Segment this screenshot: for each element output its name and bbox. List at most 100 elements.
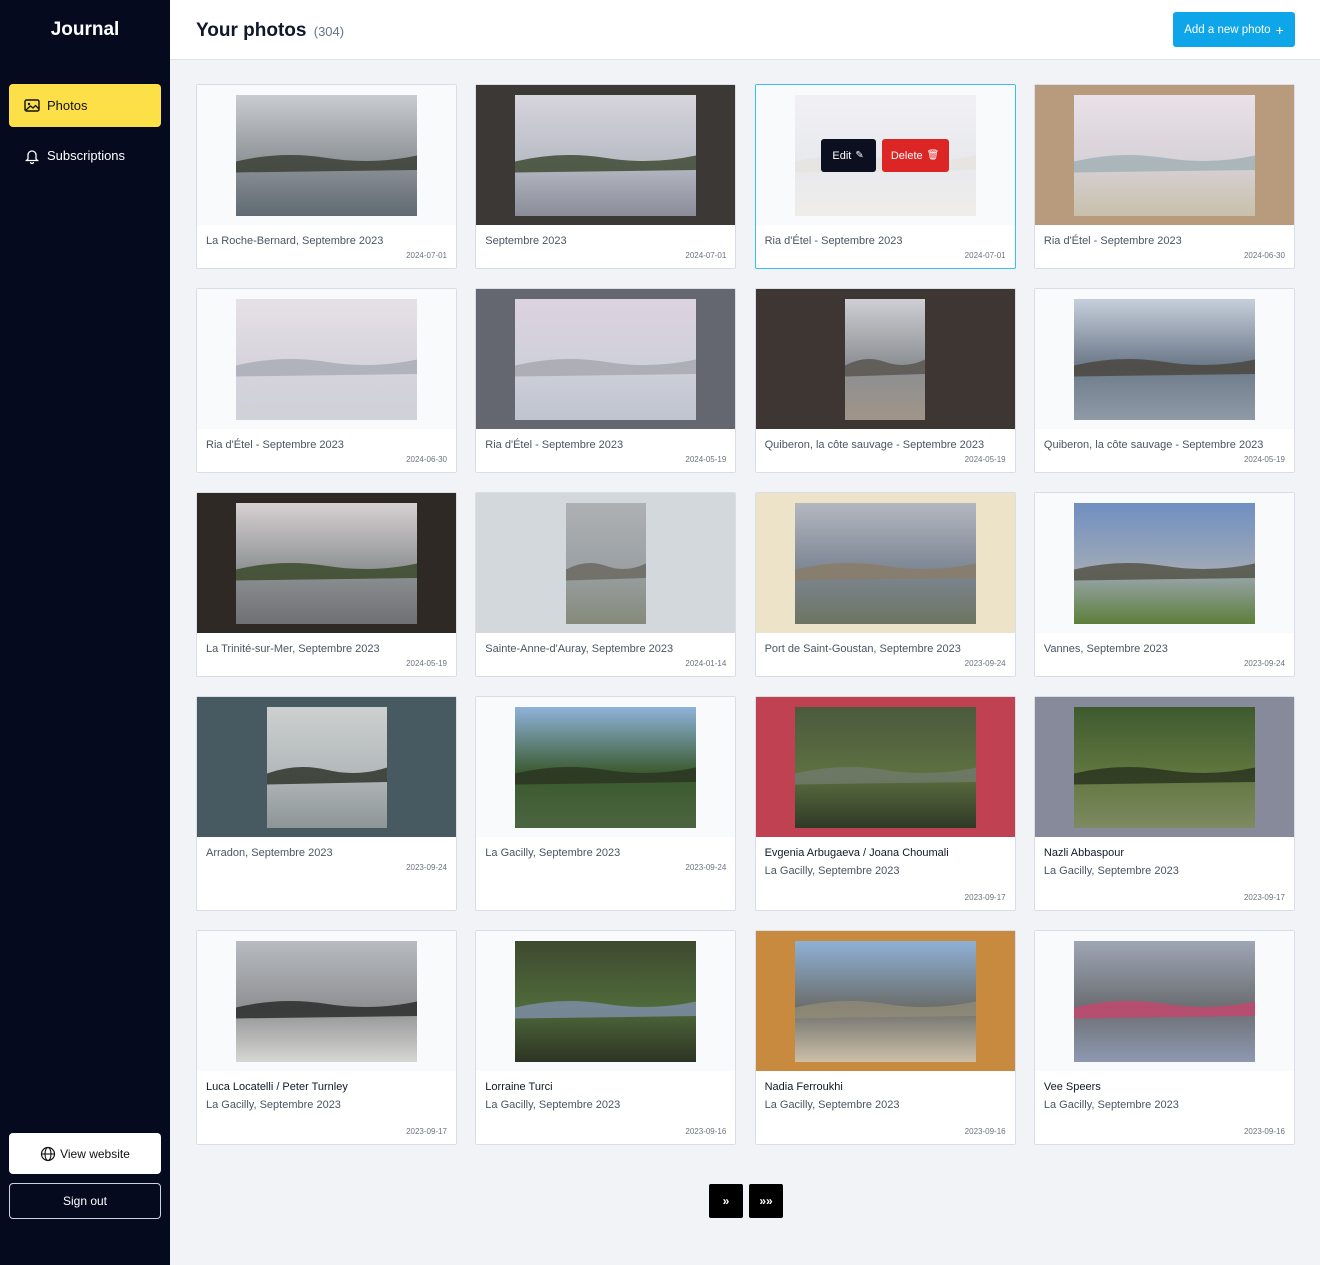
photo-image bbox=[1073, 94, 1255, 216]
photo-card[interactable]: Ria d'Étel - Septembre 2023 2024-06-30 bbox=[1033, 84, 1295, 269]
sidebar-item-label: Subscriptions bbox=[47, 148, 126, 163]
photo-card[interactable]: La Roche-Bernard, Septembre 2023 2024-07-… bbox=[196, 84, 457, 269]
photo-card[interactable]: Quiberon, la côte sauvage - Septembre 20… bbox=[754, 288, 1016, 473]
photo-date: 2024-06-30 bbox=[1243, 251, 1285, 260]
sidebar-item-photos[interactable]: Photos bbox=[9, 84, 161, 127]
pencil-icon: ✎ bbox=[855, 150, 864, 161]
photo-card[interactable]: Ria d'Étel - Septembre 2023 2024-05-19 bbox=[475, 288, 737, 473]
photo-caption: La Gacilly, Septembre 2023 bbox=[764, 1099, 900, 1111]
photo-card[interactable]: Septembre 2023 2024-07-01 bbox=[475, 84, 737, 269]
add-photo-button[interactable]: Add a new photo + bbox=[1173, 12, 1295, 47]
brand-title: Journal bbox=[50, 19, 120, 40]
photo-caption: Quiberon, la côte sauvage - Septembre 20… bbox=[764, 439, 985, 451]
photo-image bbox=[794, 940, 976, 1062]
photo-info: Vee Speers La Gacilly, Septembre 2023 2023… bbox=[1035, 1071, 1294, 1144]
sign-out-button[interactable]: Sign out bbox=[9, 1183, 161, 1219]
photo-thumbnail-area bbox=[476, 697, 736, 837]
view-website-label: View website bbox=[60, 1146, 130, 1161]
photo-title: Luca Locatelli / Peter Turnley bbox=[206, 1081, 348, 1093]
photo-card[interactable]: Nadia Ferroukhi La Gacilly, Septembre 202… bbox=[754, 930, 1016, 1145]
photo-date: 2023-09-24 bbox=[685, 863, 727, 872]
photo-date: 2024-07-01 bbox=[964, 251, 1006, 260]
photo-image bbox=[1073, 298, 1255, 420]
photo-card[interactable]: Lorraine Turci La Gacilly, Septembre 2023… bbox=[475, 930, 737, 1145]
photo-image bbox=[794, 706, 976, 828]
photo-thumbnail-area bbox=[197, 931, 456, 1071]
photo-date: 2023-09-17 bbox=[964, 893, 1006, 902]
card-actions-overlay: Edit ✎ Delete 🗑 bbox=[820, 139, 949, 172]
photo-card[interactable]: Edit ✎ Delete 🗑 Ria d'Étel - Septembre 2023 2… bbox=[754, 84, 1016, 269]
delete-button[interactable]: Delete 🗑 bbox=[881, 139, 949, 172]
photo-thumbnail-area: Edit ✎ Delete 🗑 bbox=[755, 85, 1015, 225]
photo-info: Arradon, Septembre 2023 2023-09-24 bbox=[197, 837, 456, 880]
page-title-text: Your photos bbox=[196, 20, 307, 41]
photo-date: 2024-07-01 bbox=[685, 251, 727, 260]
photo-date: 2023-09-16 bbox=[1243, 1127, 1285, 1136]
edit-label: Edit bbox=[832, 149, 852, 162]
photo-thumbnail-area bbox=[1034, 85, 1294, 225]
photo-info: Ria d'Étel - Septembre 2023 2024-07-01 bbox=[756, 225, 1015, 268]
photo-date: 2023-09-16 bbox=[685, 1127, 727, 1136]
photo-info: Septembre 2023 2024-07-01 bbox=[476, 225, 735, 268]
photo-image bbox=[794, 502, 976, 624]
image-icon bbox=[23, 97, 41, 115]
photo-image bbox=[515, 940, 697, 1062]
photo-card[interactable]: La Gacilly, Septembre 2023 2023-09-24 bbox=[475, 696, 737, 911]
photo-thumbnail-area bbox=[476, 289, 736, 429]
photo-card[interactable]: Vannes, Septembre 2023 2023-09-24 bbox=[1033, 492, 1295, 677]
photo-date: 2023-09-16 bbox=[964, 1127, 1006, 1136]
photo-caption: Ria d'Étel - Septembre 2023 bbox=[764, 235, 903, 247]
last-page-button[interactable]: »» bbox=[749, 1184, 783, 1218]
photo-info: Ria d'Étel - Septembre 2023 2024-06-30 bbox=[1035, 225, 1294, 268]
photo-image bbox=[845, 298, 926, 420]
photo-caption: Septembre 2023 bbox=[485, 235, 567, 247]
photo-count: (304) bbox=[313, 24, 345, 39]
photo-date: 2024-05-19 bbox=[406, 659, 447, 668]
photo-card[interactable]: Sainte-Anne-d'Auray, Septembre 2023 2024-… bbox=[475, 492, 737, 677]
photo-card[interactable]: Vee Speers La Gacilly, Septembre 2023 2023… bbox=[1033, 930, 1295, 1145]
photo-card[interactable]: Nazli Abbaspour La Gacilly, Septembre 202… bbox=[1033, 696, 1295, 911]
photo-info: La Roche-Bernard, Septembre 2023 2024-07-… bbox=[197, 225, 456, 268]
photo-caption: Vannes, Septembre 2023 bbox=[1043, 643, 1168, 655]
photo-caption: Ria d'Étel - Septembre 2023 bbox=[1043, 235, 1182, 247]
next-page-button[interactable]: » bbox=[709, 1184, 743, 1218]
sidebar-item-subscriptions[interactable]: Subscriptions bbox=[9, 134, 161, 177]
pagination: » »» bbox=[709, 1184, 783, 1218]
photo-info: Ria d'Étel - Septembre 2023 2024-05-19 bbox=[476, 429, 735, 472]
photo-card[interactable]: Evgenia Arbugaeva / Joana Choumali La Gac… bbox=[754, 696, 1016, 911]
photo-card[interactable]: La Trinité-sur-Mer, Septembre 2023 2024-0… bbox=[196, 492, 457, 677]
photo-title: Nazli Abbaspour bbox=[1043, 847, 1124, 859]
photo-caption: Port de Saint-Goustan, Septembre 2023 bbox=[764, 643, 961, 655]
photo-title: Evgenia Arbugaeva / Joana Choumali bbox=[764, 847, 949, 859]
photo-caption: Ria d'Étel - Septembre 2023 bbox=[206, 439, 344, 451]
photo-thumbnail-area bbox=[197, 493, 456, 633]
delete-label: Delete bbox=[890, 149, 923, 162]
page-header: Your photos (304) Add a new photo + bbox=[170, 0, 1320, 60]
photo-info: Port de Saint-Goustan, Septembre 2023 202… bbox=[756, 633, 1015, 676]
photo-caption: Quiberon, la côte sauvage - Septembre 20… bbox=[1043, 439, 1264, 451]
bell-icon bbox=[23, 147, 41, 165]
photo-card[interactable]: Quiberon, la côte sauvage - Septembre 20… bbox=[1033, 288, 1295, 473]
photo-image bbox=[1073, 940, 1255, 1062]
photo-date: 2024-05-19 bbox=[685, 455, 727, 464]
photo-image bbox=[236, 298, 417, 420]
photo-caption: La Gacilly, Septembre 2023 bbox=[485, 847, 621, 859]
photo-info: Lorraine Turci La Gacilly, Septembre 2023… bbox=[476, 1071, 735, 1144]
photo-card[interactable]: Port de Saint-Goustan, Septembre 2023 202… bbox=[754, 492, 1016, 677]
edit-button[interactable]: Edit ✎ bbox=[820, 139, 876, 172]
photo-info: Sainte-Anne-d'Auray, Septembre 2023 2024-… bbox=[476, 633, 735, 676]
trash-icon: 🗑 bbox=[926, 150, 940, 161]
photo-card[interactable]: Luca Locatelli / Peter Turnley La Gacilly… bbox=[196, 930, 457, 1145]
photo-thumbnail-area bbox=[1034, 493, 1294, 633]
photo-date: 2024-07-01 bbox=[406, 251, 447, 260]
photo-image bbox=[1073, 706, 1255, 828]
photo-caption: La Trinité-sur-Mer, Septembre 2023 bbox=[206, 643, 380, 655]
photo-card[interactable]: Arradon, Septembre 2023 2023-09-24 bbox=[196, 696, 457, 911]
photo-thumbnail-area bbox=[755, 289, 1015, 429]
view-website-button[interactable]: View website bbox=[9, 1133, 161, 1174]
photo-card[interactable]: Ria d'Étel - Septembre 2023 2024-06-30 bbox=[196, 288, 457, 473]
photo-thumbnail-area bbox=[476, 931, 736, 1071]
photo-caption: La Gacilly, Septembre 2023 bbox=[1043, 1099, 1179, 1111]
photo-info: La Trinité-sur-Mer, Septembre 2023 2024-0… bbox=[197, 633, 456, 676]
globe-icon bbox=[40, 1146, 56, 1162]
